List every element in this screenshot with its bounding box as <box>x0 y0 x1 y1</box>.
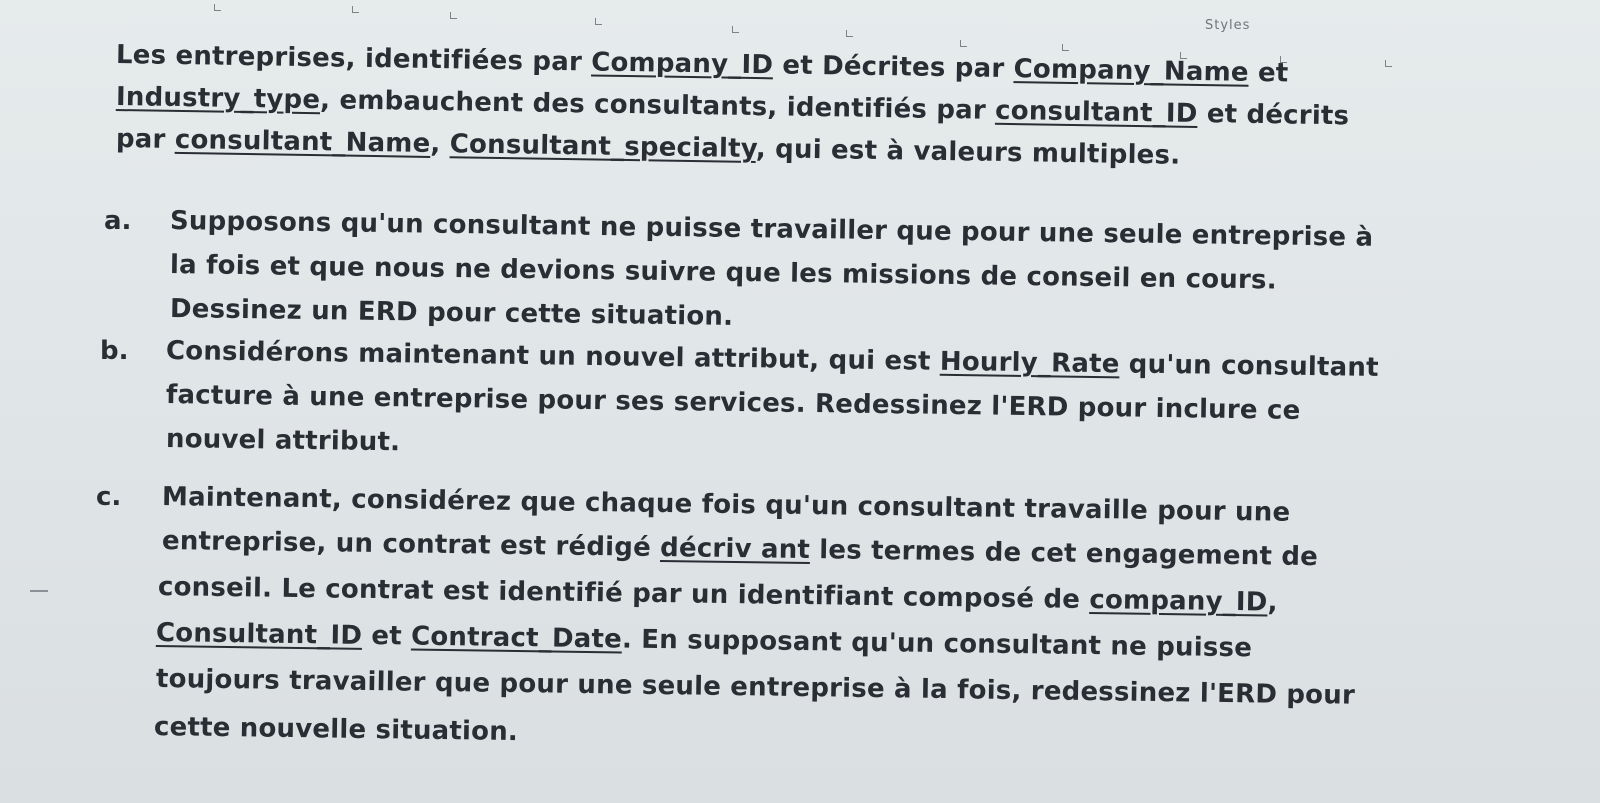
item-b-line-3: nouvel attribut. <box>165 424 401 458</box>
item-a-label: a. <box>104 206 132 236</box>
intro-line-1: Les entreprises, identifiées par Company… <box>115 40 1289 89</box>
item-a-line-2: la fois et que nous ne devions suivre qu… <box>169 250 1277 296</box>
attr-consultant-id-c: Consultant_ID <box>155 618 363 651</box>
item-c-line-1: Maintenant, considérez que chaque fois q… <box>161 482 1291 528</box>
tab-stop-icon <box>1062 44 1069 51</box>
underlined-word-decrivant: décriv ant <box>659 532 811 566</box>
attr-contract-date: Contract_Date <box>410 621 623 655</box>
tab-stop-icon <box>450 12 457 19</box>
attr-consultant-specialty: Consultant_specialty <box>449 129 757 165</box>
tab-stop-icon <box>846 30 853 37</box>
attr-consultant-name: consultant_Name <box>174 124 431 159</box>
item-c-line-2: entreprise, un contrat est rédigé décriv… <box>161 526 1319 573</box>
item-a-line-3: Dessinez un ERD pour cette situation. <box>169 294 734 332</box>
attr-consultant-id: consultant_ID <box>994 95 1198 129</box>
item-c-line-5: toujours travailler que pour une seule e… <box>155 664 1356 711</box>
tab-stop-icon <box>352 6 359 13</box>
attr-company-id: Company_ID <box>590 47 774 81</box>
item-c-line-6: cette nouvelle situation. <box>153 712 519 748</box>
styles-label[interactable]: Styles <box>1205 18 1250 33</box>
item-a-line-1: Supposons qu'un consultant ne puisse tra… <box>169 206 1374 253</box>
tab-stop-icon <box>1385 60 1392 67</box>
margin-marker <box>30 590 48 592</box>
intro-line-3: par consultant_Name, Consultant_specialt… <box>115 124 1181 171</box>
attr-company-id-c: company_ID <box>1089 585 1268 618</box>
document-page: Styles Les entreprises, identifiées par … <box>0 0 1600 803</box>
tab-stop-icon <box>960 40 967 47</box>
item-c-line-4: Consultant_ID et Contract_Date. En suppo… <box>155 618 1253 664</box>
item-b-line-1: Considérons maintenant un nouvel attribu… <box>165 336 1379 383</box>
tab-stop-icon <box>595 18 602 25</box>
attr-hourly-rate: Hourly_Rate <box>939 346 1120 380</box>
attr-company-name: Company_Name <box>1013 54 1249 88</box>
attr-industry-type: Industry_type <box>115 82 321 116</box>
intro-line-2: Industry_type, embauchent des consultant… <box>115 82 1350 132</box>
item-b-line-2: facture à une entreprise pour ses servic… <box>165 380 1301 426</box>
ruler-bar <box>0 0 1600 67</box>
item-b-label: b. <box>100 336 129 366</box>
tab-stop-icon <box>732 26 739 33</box>
item-c-line-3: conseil. Le contrat est identifié par un… <box>157 572 1278 618</box>
tab-stop-icon <box>214 4 221 11</box>
item-c-label: c. <box>96 482 122 512</box>
